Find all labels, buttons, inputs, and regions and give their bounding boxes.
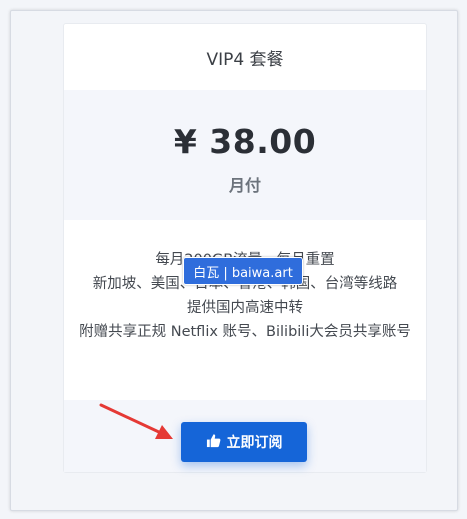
watermark-badge: 白瓦 | baiwa.art xyxy=(183,257,303,285)
price-section: ¥ 38.00 月付 xyxy=(64,90,426,220)
screenshot-frame: VIP4 套餐 ¥ 38.00 月付 每月200GB流量，每月重置 新加坡、美国… xyxy=(10,10,458,511)
subscribe-label: 立即订阅 xyxy=(226,435,283,451)
billing-period: 月付 xyxy=(228,176,261,195)
feature-item: 提供国内高速中转 xyxy=(187,300,303,316)
thumbs-up-icon xyxy=(206,433,221,452)
feature-item: 附赠共享正规 Netflix 账号、Bilibili大会员共享账号 xyxy=(79,324,411,340)
subscribe-button[interactable]: 立即订阅 xyxy=(181,422,307,462)
red-arrow-annotation xyxy=(99,403,173,439)
plan-price: ¥ 38.00 xyxy=(173,122,317,161)
plan-title: VIP4 套餐 xyxy=(206,49,284,70)
